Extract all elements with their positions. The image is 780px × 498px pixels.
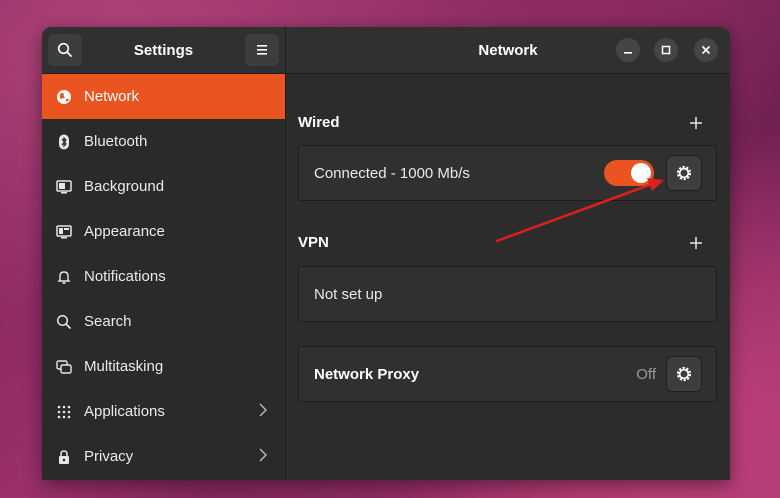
hamburger-icon: [257, 45, 267, 55]
vpn-row: Not set up: [298, 266, 717, 322]
maximize-button[interactable]: [654, 38, 678, 62]
sidebar-title: Settings: [133, 41, 194, 59]
main-header: Network: [286, 27, 730, 74]
appearance-icon: [56, 224, 72, 240]
toggle-knob: [631, 163, 651, 183]
minimize-button[interactable]: [616, 38, 640, 62]
bluetooth-icon: [56, 134, 72, 150]
search-button[interactable]: [48, 34, 82, 66]
close-button[interactable]: [694, 38, 718, 62]
chevron-right-icon: [259, 403, 267, 417]
maximize-icon: [661, 45, 671, 55]
vpn-status: Not set up: [314, 285, 383, 303]
wired-section-title: Wired: [298, 114, 340, 131]
globe-icon: [56, 89, 72, 105]
sidebar-item-label: Search: [84, 313, 132, 330]
menu-button[interactable]: [245, 34, 279, 66]
sidebar-item-label: Privacy: [84, 448, 134, 465]
page-title: Network: [478, 41, 538, 59]
sidebar-item-label: Bluetooth: [84, 133, 148, 150]
vpn-section-title: VPN: [298, 234, 329, 251]
sidebar-item-applications[interactable]: Applications: [42, 389, 285, 434]
chevron-right-icon: [259, 448, 267, 462]
sidebar-item-privacy[interactable]: Privacy: [42, 434, 285, 479]
close-icon: [701, 45, 711, 55]
network-proxy-row[interactable]: Network Proxy Off: [298, 346, 717, 402]
sidebar-header: Settings: [42, 27, 285, 74]
sidebar-item-label: Background: [84, 178, 165, 195]
wired-connection-row: Connected - 1000 Mb/s: [298, 145, 717, 201]
proxy-status: Off: [636, 365, 656, 383]
apps-grid-icon: [56, 404, 72, 420]
add-wired-button[interactable]: [688, 115, 704, 131]
sidebar-item-label: Notifications: [84, 268, 166, 285]
sidebar-item-appearance[interactable]: Appearance: [42, 209, 285, 254]
bell-icon: [56, 269, 72, 285]
wired-status: Connected - 1000 Mb/s: [314, 164, 470, 182]
lock-icon: [56, 449, 72, 465]
sidebar-item-label: Multitasking: [84, 358, 164, 375]
settings-window: Settings Network Bluetooth Background Ap…: [42, 27, 730, 480]
gear-icon: [676, 366, 692, 382]
sidebar-item-bluetooth[interactable]: Bluetooth: [42, 119, 285, 164]
gear-icon: [676, 165, 692, 181]
sidebar-item-search[interactable]: Search: [42, 299, 285, 344]
main-panel: Network Wired Connected - 1000 Mb/s VPN …: [286, 27, 730, 480]
search-icon: [57, 42, 72, 57]
sidebar-item-label: Appearance: [84, 223, 165, 240]
minimize-icon: [624, 52, 632, 54]
sidebar-item-notifications[interactable]: Notifications: [42, 254, 285, 299]
sidebar-item-background[interactable]: Background: [42, 164, 285, 209]
sidebar-item-label: Applications: [84, 403, 165, 420]
sidebar: Settings Network Bluetooth Background Ap…: [42, 27, 286, 480]
add-vpn-button[interactable]: [688, 235, 704, 251]
monitor-icon: [56, 179, 72, 195]
proxy-label: Network Proxy: [314, 365, 420, 383]
wired-toggle[interactable]: [604, 160, 654, 186]
proxy-settings-button[interactable]: [666, 356, 702, 392]
multitasking-icon: [56, 359, 72, 375]
wired-settings-button[interactable]: [666, 155, 702, 191]
sidebar-item-network[interactable]: Network: [42, 74, 285, 119]
sidebar-item-label: Network: [84, 88, 140, 105]
search-icon: [56, 314, 72, 330]
sidebar-item-multitasking[interactable]: Multitasking: [42, 344, 285, 389]
